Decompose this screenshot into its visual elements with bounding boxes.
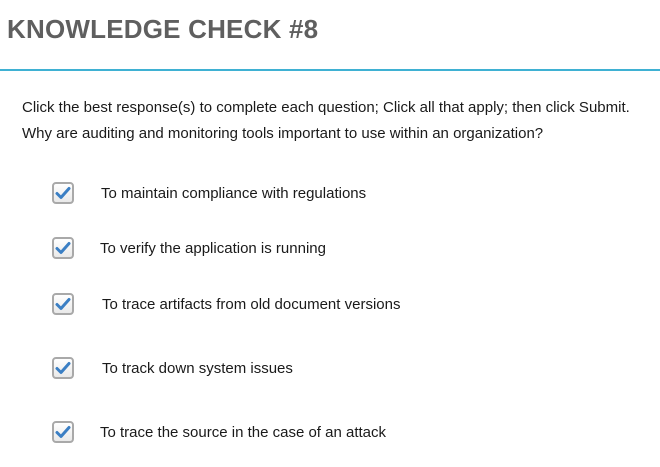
option-trace-attack-source[interactable]: To trace the source in the case of an at…: [52, 418, 386, 446]
checkmark-icon: [55, 426, 71, 438]
knowledge-check-page: KNOWLEDGE CHECK #8 Click the best respon…: [0, 0, 660, 467]
question-text: Why are auditing and monitoring tools im…: [22, 125, 544, 142]
page-title: KNOWLEDGE CHECK #8: [7, 14, 319, 44]
checkbox[interactable]: [52, 293, 74, 315]
checkbox[interactable]: [52, 421, 74, 443]
checkbox[interactable]: [52, 237, 74, 259]
header-divider: [0, 69, 660, 71]
instructions-text: Click the best response(s) to complete e…: [22, 99, 630, 116]
checkbox[interactable]: [52, 182, 74, 204]
checkmark-icon: [55, 187, 71, 199]
option-label: To trace the source in the case of an at…: [100, 423, 386, 441]
option-track-system-issues[interactable]: To track down system issues: [52, 354, 293, 382]
option-label: To track down system issues: [102, 359, 293, 377]
checkbox[interactable]: [52, 357, 74, 379]
checkmark-icon: [55, 242, 71, 254]
option-label: To maintain compliance with regulations: [101, 184, 367, 202]
option-label: To trace artifacts from old document ver…: [102, 295, 401, 313]
checkmark-icon: [55, 362, 71, 374]
checkmark-icon: [55, 298, 71, 310]
option-maintain-compliance[interactable]: To maintain compliance with regulations: [52, 179, 366, 207]
option-trace-artifacts[interactable]: To trace artifacts from old document ver…: [52, 290, 400, 318]
option-verify-application[interactable]: To verify the application is running: [52, 234, 326, 262]
option-label: To verify the application is running: [100, 239, 326, 257]
